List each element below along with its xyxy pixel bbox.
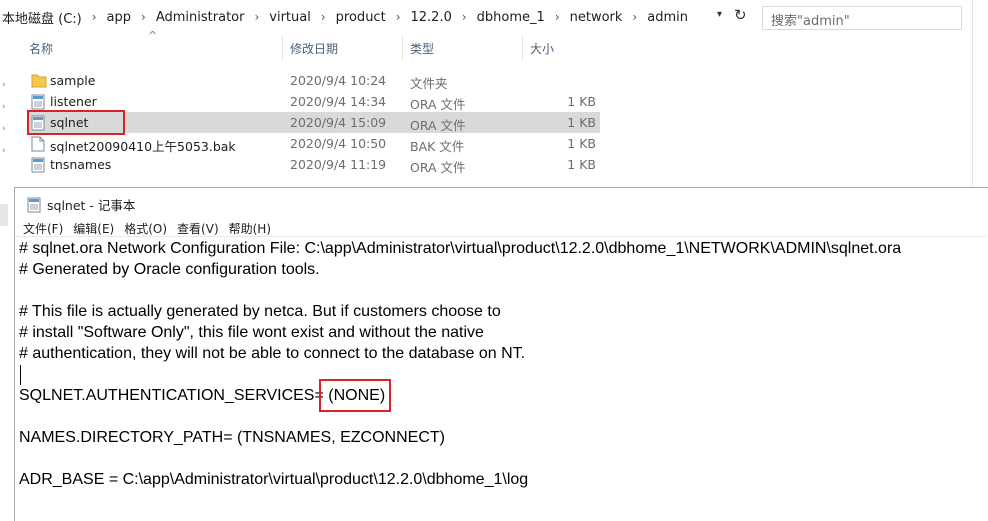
file-date: 2020/9/4 11:19 (290, 157, 387, 172)
menu-format[interactable]: 格式(O) (124, 220, 175, 237)
folder-icon (31, 74, 47, 88)
file-row-sample[interactable]: sample 2020/9/4 10:24 文件夹 (27, 70, 600, 91)
file-type: ORA 文件 (410, 97, 466, 112)
file-size: 1 KB (567, 115, 596, 130)
text-line: # This file is actually generated by net… (19, 303, 501, 320)
file-date: 2020/9/4 15:09 (290, 115, 387, 130)
column-header-name[interactable]: 名称 (29, 40, 53, 57)
file-name: listener (50, 94, 97, 109)
crumb-separator-icon[interactable]: › (624, 10, 645, 24)
text-line: # install "Software Only", this file won… (19, 324, 484, 341)
crumb-separator-icon[interactable]: › (388, 10, 409, 24)
file-row-tnsnames[interactable]: tnsnames 2020/9/4 11:19 ORA 文件 1 KB (27, 154, 600, 175)
crumb-separator-icon[interactable]: › (454, 10, 475, 24)
crumb-drive[interactable]: 本地磁盘 (C:) (0, 8, 84, 27)
expand-arrow-icon[interactable]: › (2, 80, 6, 90)
file-name: sample (50, 73, 96, 88)
menu-view[interactable]: 查看(V) (177, 220, 227, 237)
file-size: 1 KB (567, 136, 596, 151)
column-divider[interactable] (402, 36, 403, 60)
search-placeholder: 搜索"admin" (771, 14, 850, 29)
ora-file-icon (31, 157, 45, 173)
text-caret (20, 365, 21, 385)
chevron-down-icon[interactable]: ▾ (717, 9, 722, 20)
file-date: 2020/9/4 10:50 (290, 136, 387, 151)
menu-bar: 文件(F) 编辑(E) 格式(O) 查看(V) 帮助(H) (23, 220, 281, 237)
window-title: sqlnet - 记事本 (47, 198, 136, 213)
nav-pane-edge (0, 204, 8, 226)
window-divider (972, 0, 973, 188)
ora-file-icon (31, 94, 45, 110)
menu-edit[interactable]: 编辑(E) (73, 220, 122, 237)
text-line: NAMES.DIRECTORY_PATH= (TNSNAMES, EZCONNE… (19, 429, 445, 446)
file-name: tnsnames (50, 157, 112, 172)
column-divider[interactable] (522, 36, 523, 60)
file-size: 1 KB (567, 94, 596, 109)
crumb-network[interactable]: network (568, 10, 625, 25)
file-size: 1 KB (567, 157, 596, 172)
crumb-separator-icon[interactable]: › (313, 10, 334, 24)
crumb-app[interactable]: app (105, 10, 133, 25)
text-line: # Generated by Oracle configuration tool… (19, 261, 320, 278)
crumb-separator-icon[interactable]: › (547, 10, 568, 24)
text-line: ADR_BASE = C:\app\Administrator\virtual\… (19, 471, 529, 488)
file-date: 2020/9/4 14:34 (290, 94, 387, 109)
file-type: 文件夹 (410, 76, 448, 91)
notepad-window[interactable]: sqlnet - 记事本 文件(F) 编辑(E) 格式(O) 查看(V) 帮助(… (14, 187, 988, 521)
column-header-size[interactable]: 大小 (530, 40, 554, 57)
highlight-box-sqlnet (27, 110, 125, 135)
text-editor[interactable]: # sqlnet.ora Network Configuration File:… (15, 236, 987, 521)
notepad-title-bar[interactable]: sqlnet - 记事本 (27, 195, 135, 214)
crumb-admin[interactable]: admin (645, 10, 690, 25)
expand-arrow-icon[interactable]: › (2, 102, 6, 112)
text-line: # authentication, they will not be able … (19, 345, 526, 362)
column-divider[interactable] (282, 36, 283, 60)
search-input[interactable]: 搜索"admin" (762, 6, 962, 30)
crumb-product[interactable]: product (334, 10, 388, 25)
crumb-dbhome[interactable]: dbhome_1 (475, 10, 547, 25)
crumb-administrator[interactable]: Administrator (154, 10, 247, 25)
blank-file-icon (31, 136, 45, 152)
breadcrumb[interactable]: 本地磁盘 (C:) › app › Administrator › virtua… (0, 4, 730, 30)
text-line: # sqlnet.ora Network Configuration File:… (19, 240, 902, 257)
crumb-separator-icon[interactable]: › (246, 10, 267, 24)
crumb-version[interactable]: 12.2.0 (409, 10, 454, 25)
file-date: 2020/9/4 10:24 (290, 73, 387, 88)
menu-help[interactable]: 帮助(H) (229, 220, 279, 237)
crumb-separator-icon[interactable]: › (133, 10, 154, 24)
address-bar[interactable]: 本地磁盘 (C:) › app › Administrator › virtua… (0, 4, 988, 32)
crumb-virtual[interactable]: virtual (267, 10, 313, 25)
file-name: sqlnet20090410上午5053.bak (50, 139, 236, 154)
file-type: ORA 文件 (410, 160, 466, 175)
menu-file[interactable]: 文件(F) (23, 220, 71, 237)
sort-caret-icon: ^ (148, 29, 158, 42)
file-row-listener[interactable]: listener 2020/9/4 14:34 ORA 文件 1 KB (27, 91, 600, 112)
highlight-box-none (319, 379, 391, 412)
auth-key: SQLNET.AUTHENTICATION_SERVICES= (19, 387, 324, 404)
file-row-bak[interactable]: sqlnet20090410上午5053.bak 2020/9/4 10:50 … (27, 133, 600, 154)
crumb-separator-icon[interactable]: › (84, 10, 105, 24)
expand-arrow-icon[interactable]: › (2, 124, 6, 134)
column-header-date[interactable]: 修改日期 (290, 40, 338, 57)
file-type: ORA 文件 (410, 118, 466, 133)
file-type: BAK 文件 (410, 139, 465, 154)
notepad-icon (27, 197, 41, 212)
refresh-icon[interactable]: ↻ (734, 6, 747, 24)
expand-arrow-icon[interactable]: › (2, 146, 6, 156)
column-header-type[interactable]: 类型 (410, 40, 434, 57)
